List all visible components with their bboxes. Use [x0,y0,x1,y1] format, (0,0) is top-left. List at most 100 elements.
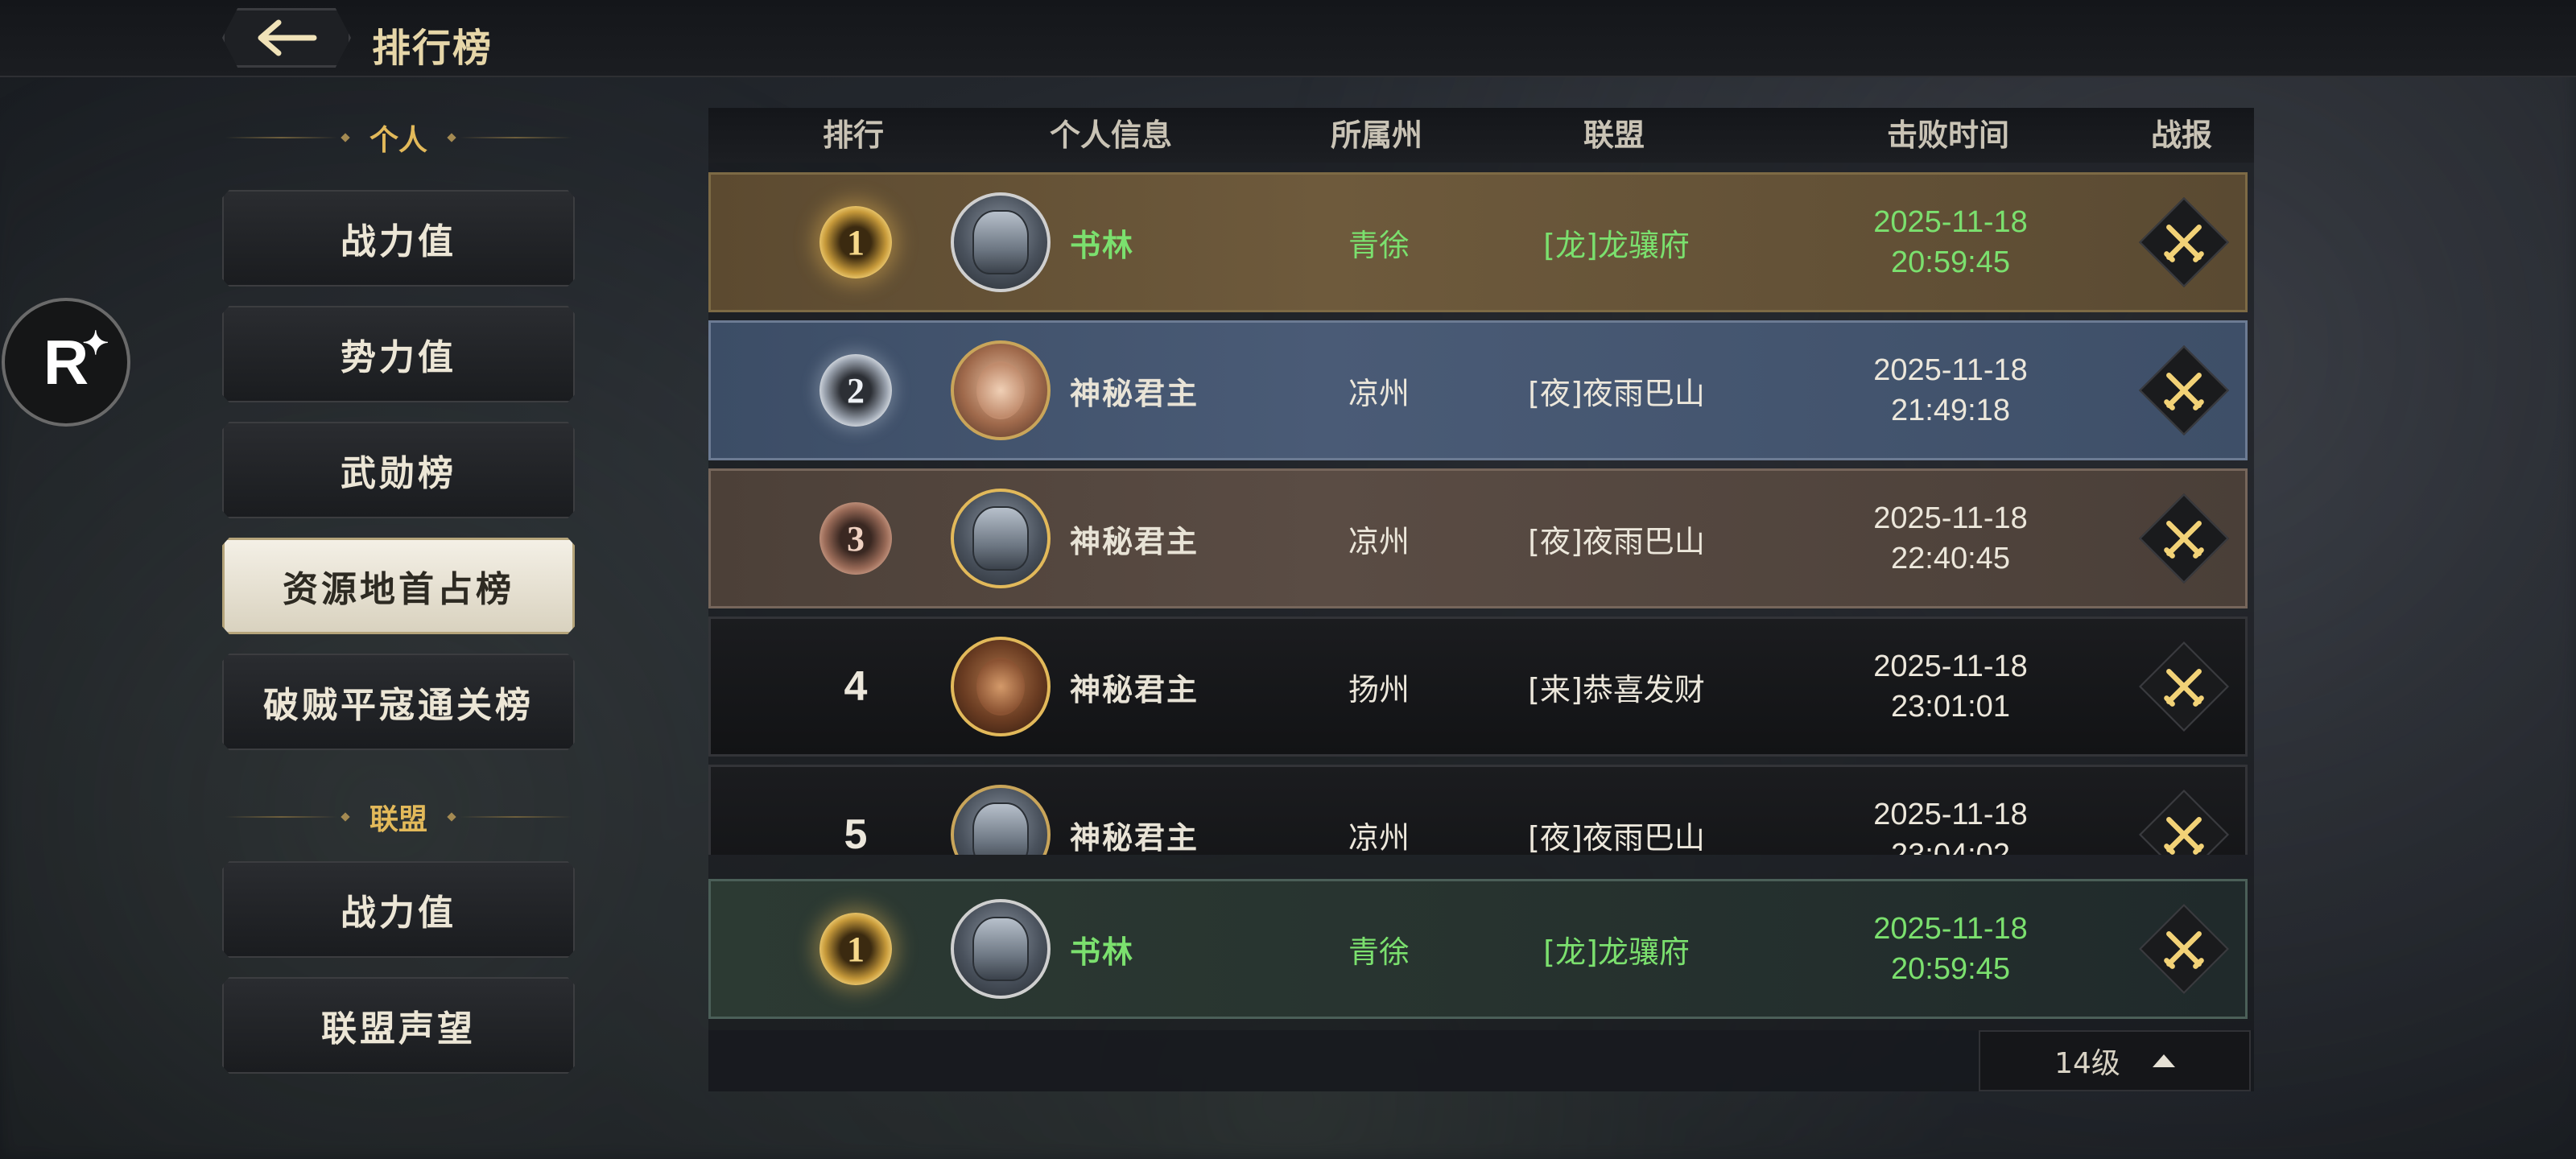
defeat-clock: 23:04:02 [1891,838,2010,855]
state-cell: 青徐 [1348,934,1410,970]
defeat-time-cell: 2025-11-18 22:40:45 [1822,471,2079,606]
defeat-clock: 20:59:45 [1891,245,2010,279]
nav-personal-merit[interactable]: 武勋榜 [222,422,575,518]
defeat-time-cell: 2025-11-18 21:49:18 [1822,323,2079,458]
rank-cell: 4 [799,619,912,754]
avatar-cell [944,619,1057,754]
battle-report-button[interactable] [2138,344,2230,436]
silver-medal-icon: 2 [819,354,892,427]
top-bar: 排行榜 [0,0,2576,77]
table-header: 排行 个人信息 所属州 联盟 击败时间 战报 [708,108,2254,163]
section-label-alliance: 联盟 [369,803,428,836]
rank-value: 1 [847,929,865,969]
defeat-clock: 23:01:01 [1891,690,2010,724]
battle-report-button[interactable] [2138,789,2230,855]
nav-resource-first-capture[interactable]: 资源地首占榜 [222,538,575,634]
nav-personal-power[interactable]: 战力值 [222,190,575,287]
table-row[interactable]: 3 神秘君主 凉州 [夜]夜雨巴山 2025-11-18 22:40:45 [708,468,2248,608]
level-label: 14级 [2054,1047,2120,1080]
col-header-defeat-time: 击败时间 [1886,118,2009,153]
avatar[interactable] [951,340,1051,440]
table-footer: 14级 [708,1030,2254,1091]
rank-value: 1 [847,222,865,262]
crossed-swords-icon [2164,669,2204,707]
defeat-date: 2025-11-18 [1873,353,2028,387]
state-cell: 凉州 [1348,523,1410,559]
caret-up-icon [2152,1054,2175,1067]
avatar[interactable] [951,785,1051,855]
defeat-clock: 20:59:45 [1891,952,2010,986]
gold-medal-icon: 1 [819,913,892,985]
crossed-swords-icon [2164,931,2204,969]
defeat-date: 2025-11-18 [1873,798,2028,831]
defeat-clock: 21:49:18 [1891,394,2010,427]
col-header-state: 所属州 [1330,118,1422,153]
rank-value: 3 [847,518,865,559]
alliance-cell: [龙]龙骧府 [1543,934,1690,970]
table-row[interactable]: 5 神秘君主 凉州 [夜]夜雨巴山 2025-11-18 23:04:02 [708,765,2248,855]
crossed-swords-icon [2164,817,2204,855]
avatar[interactable] [951,637,1051,736]
state-cell: 青徐 [1348,227,1410,263]
state-cell: 凉州 [1348,819,1410,856]
bronze-medal-icon: 3 [819,502,892,575]
defeat-date: 2025-11-18 [1873,501,2028,535]
rank-cell: 2 [799,323,912,458]
avatar[interactable] [951,899,1051,999]
rank-value: 5 [844,811,868,855]
report-cell [2136,323,2232,458]
ranking-table: 排行 个人信息 所属州 联盟 击败时间 战报 1 书林 青徐 [龙]龙骧府 20… [708,108,2254,1091]
battle-report-button[interactable] [2138,196,2230,288]
avatar-cell [944,881,1057,1017]
back-arrow-icon [258,19,317,56]
avatar[interactable] [951,192,1051,292]
state-cell: 凉州 [1348,375,1410,411]
nav-alliance-prestige[interactable]: 联盟声望 [222,977,575,1074]
nav-personal-influence[interactable]: 势力值 [222,306,575,402]
battle-report-button[interactable] [2138,493,2230,584]
defeat-time-cell: 2025-11-18 20:59:45 [1822,175,2079,310]
report-cell [2136,881,2232,1017]
defeat-date: 2025-11-18 [1873,912,2028,946]
alliance-cell: [龙]龙骧府 [1543,227,1690,263]
player-name: 神秘君主 [1070,375,1199,411]
rank-cell: 3 [799,471,912,606]
battle-report-button[interactable] [2138,903,2230,995]
battle-report-button[interactable] [2138,641,2230,732]
section-label-personal: 个人 [369,124,428,157]
avatar-cell [944,767,1057,855]
defeat-clock: 22:40:45 [1891,542,2010,575]
avatar-cell [944,471,1057,606]
table-row[interactable]: 2 神秘君主 凉州 [夜]夜雨巴山 2025-11-18 21:49:18 [708,320,2248,460]
rank-cell: 1 [799,881,912,1017]
floating-r-button[interactable]: R ✦ [2,298,130,427]
nav-alliance-power[interactable]: 战力值 [222,861,575,958]
level-dropdown[interactable]: 14级 [1979,1030,2251,1091]
player-name: 神秘君主 [1070,523,1199,559]
col-header-info: 个人信息 [1049,118,1172,153]
crossed-swords-icon [2164,521,2204,559]
nav-bandit-clear[interactable]: 破贼平寇通关榜 [222,654,575,750]
section-header-alliance: 联盟 [225,797,572,837]
table-row[interactable]: 1 书林 青徐 [龙]龙骧府 2025-11-18 20:59:45 [708,172,2248,312]
page-title: 排行榜 [372,26,493,71]
defeat-date: 2025-11-18 [1873,650,2028,683]
alliance-cell: [夜]夜雨巴山 [1528,819,1705,856]
defeat-time-cell: 2025-11-18 23:04:02 [1822,767,2079,855]
gold-medal-icon: 1 [819,206,892,278]
my-rank-row[interactable]: 1 书林 青徐 [龙]龙骧府 2025-11-18 20:59:45 [708,879,2248,1019]
alliance-cell: [来]恭喜发财 [1528,671,1705,707]
table-row[interactable]: 4 神秘君主 扬州 [来]恭喜发财 2025-11-18 23:01:01 [708,617,2248,757]
rank-cell: 1 [799,175,912,310]
sparkle-icon: ✦ [82,326,109,361]
avatar[interactable] [951,489,1051,588]
alliance-cell: [夜]夜雨巴山 [1528,375,1705,411]
col-header-alliance: 联盟 [1583,118,1645,153]
player-name: 神秘君主 [1070,819,1199,856]
col-header-report: 战报 [2150,118,2212,153]
rank-cell: 5 [799,767,912,855]
back-button[interactable] [222,8,351,68]
report-cell [2136,619,2232,754]
report-cell [2136,175,2232,310]
player-name: 书林 [1070,934,1135,970]
